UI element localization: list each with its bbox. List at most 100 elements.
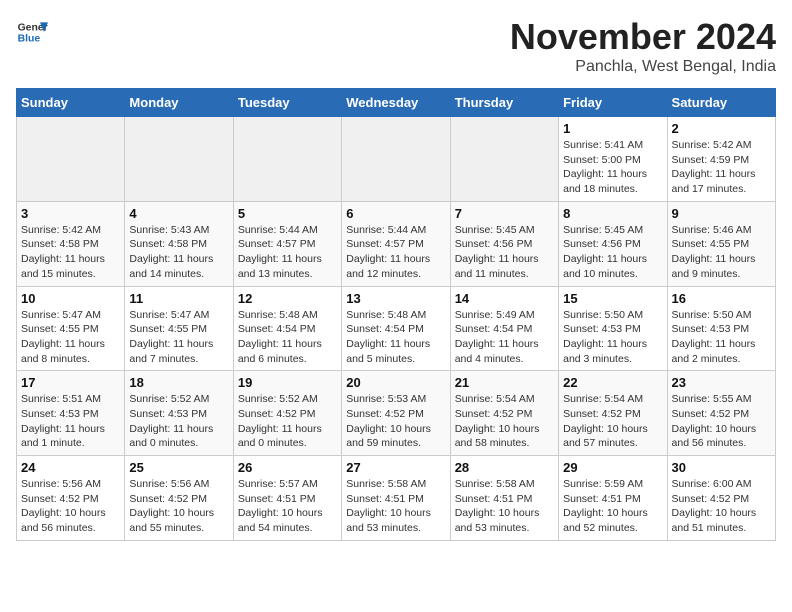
day-number: 29 xyxy=(563,460,662,475)
calendar-cell: 13 Sunrise: 5:48 AM Sunset: 4:54 PM Dayli… xyxy=(342,286,450,371)
week-row-1: 3 Sunrise: 5:42 AM Sunset: 4:58 PM Daylig… xyxy=(17,201,776,286)
calendar-cell: 8Sunrise: 5:45 AM Sunset: 4:56 PM Daylig… xyxy=(559,201,667,286)
weekday-header-monday: Monday xyxy=(125,89,233,117)
calendar-cell: 2 Sunrise: 5:42 AM Sunset: 4:59 PM Daylig… xyxy=(667,117,775,202)
day-number: 4 xyxy=(129,206,228,221)
day-number: 2 xyxy=(672,121,771,136)
day-number: 23 xyxy=(672,375,771,390)
day-info: Sunrise: 5:55 AM Sunset: 4:52 PM Dayligh… xyxy=(672,392,771,451)
day-info: Sunrise: 5:42 AM Sunset: 4:59 PM Dayligh… xyxy=(672,138,771,197)
day-number: 20 xyxy=(346,375,445,390)
day-info: Sunrise: 5:48 AM Sunset: 4:54 PM Dayligh… xyxy=(346,308,445,367)
day-info: Sunrise: 5:47 AM Sunset: 4:55 PM Dayligh… xyxy=(21,308,120,367)
weekday-header-row: SundayMondayTuesdayWednesdayThursdayFrid… xyxy=(17,89,776,117)
day-number: 18 xyxy=(129,375,228,390)
day-info: Sunrise: 5:50 AM Sunset: 4:53 PM Dayligh… xyxy=(563,308,662,367)
calendar-subtitle: Panchla, West Bengal, India xyxy=(510,58,776,76)
day-info: Sunrise: 5:44 AM Sunset: 4:57 PM Dayligh… xyxy=(238,223,337,282)
calendar-cell: 1Sunrise: 5:41 AM Sunset: 5:00 PM Daylig… xyxy=(559,117,667,202)
day-number: 17 xyxy=(21,375,120,390)
calendar-cell: 27 Sunrise: 5:58 AM Sunset: 4:51 PM Dayli… xyxy=(342,456,450,541)
day-info: Sunrise: 5:45 AM Sunset: 4:56 PM Dayligh… xyxy=(563,223,662,282)
calendar-cell xyxy=(342,117,450,202)
calendar-cell: 10 Sunrise: 5:47 AM Sunset: 4:55 PM Dayli… xyxy=(17,286,125,371)
calendar-cell: 26 Sunrise: 5:57 AM Sunset: 4:51 PM Dayli… xyxy=(233,456,341,541)
day-number: 22 xyxy=(563,375,662,390)
calendar-cell: 25 Sunrise: 5:56 AM Sunset: 4:52 PM Dayli… xyxy=(125,456,233,541)
calendar-table: SundayMondayTuesdayWednesdayThursdayFrid… xyxy=(16,88,776,541)
day-info: Sunrise: 5:50 AM Sunset: 4:53 PM Dayligh… xyxy=(672,308,771,367)
calendar-cell xyxy=(450,117,558,202)
day-info: Sunrise: 5:51 AM Sunset: 4:53 PM Dayligh… xyxy=(21,392,120,451)
title-section: November 2024 Panchla, West Bengal, Indi… xyxy=(510,16,776,76)
calendar-cell: 11 Sunrise: 5:47 AM Sunset: 4:55 PM Dayli… xyxy=(125,286,233,371)
day-number: 15 xyxy=(563,291,662,306)
day-number: 27 xyxy=(346,460,445,475)
calendar-cell: 18Sunrise: 5:52 AM Sunset: 4:53 PM Dayli… xyxy=(125,371,233,456)
calendar-cell: 23 Sunrise: 5:55 AM Sunset: 4:52 PM Dayli… xyxy=(667,371,775,456)
day-number: 11 xyxy=(129,291,228,306)
day-number: 13 xyxy=(346,291,445,306)
day-number: 12 xyxy=(238,291,337,306)
calendar-cell: 17 Sunrise: 5:51 AM Sunset: 4:53 PM Dayli… xyxy=(17,371,125,456)
calendar-cell: 9 Sunrise: 5:46 AM Sunset: 4:55 PM Daylig… xyxy=(667,201,775,286)
calendar-cell: 19 Sunrise: 5:52 AM Sunset: 4:52 PM Dayli… xyxy=(233,371,341,456)
day-number: 25 xyxy=(129,460,228,475)
day-info: Sunrise: 5:53 AM Sunset: 4:52 PM Dayligh… xyxy=(346,392,445,451)
day-info: Sunrise: 5:59 AM Sunset: 4:51 PM Dayligh… xyxy=(563,477,662,536)
calendar-cell: 20 Sunrise: 5:53 AM Sunset: 4:52 PM Dayli… xyxy=(342,371,450,456)
day-info: Sunrise: 5:54 AM Sunset: 4:52 PM Dayligh… xyxy=(455,392,554,451)
calendar-title: November 2024 xyxy=(510,16,776,58)
day-info: Sunrise: 5:48 AM Sunset: 4:54 PM Dayligh… xyxy=(238,308,337,367)
week-row-3: 17 Sunrise: 5:51 AM Sunset: 4:53 PM Dayli… xyxy=(17,371,776,456)
week-row-4: 24 Sunrise: 5:56 AM Sunset: 4:52 PM Dayli… xyxy=(17,456,776,541)
day-number: 14 xyxy=(455,291,554,306)
calendar-cell: 3 Sunrise: 5:42 AM Sunset: 4:58 PM Daylig… xyxy=(17,201,125,286)
day-info: Sunrise: 5:41 AM Sunset: 5:00 PM Dayligh… xyxy=(563,138,662,197)
day-number: 24 xyxy=(21,460,120,475)
day-info: Sunrise: 5:54 AM Sunset: 4:52 PM Dayligh… xyxy=(563,392,662,451)
day-number: 9 xyxy=(672,206,771,221)
svg-text:Blue: Blue xyxy=(18,34,41,45)
weekday-header-sunday: Sunday xyxy=(17,89,125,117)
day-info: Sunrise: 5:57 AM Sunset: 4:51 PM Dayligh… xyxy=(238,477,337,536)
day-number: 30 xyxy=(672,460,771,475)
day-info: Sunrise: 5:56 AM Sunset: 4:52 PM Dayligh… xyxy=(129,477,228,536)
day-number: 28 xyxy=(455,460,554,475)
calendar-cell xyxy=(125,117,233,202)
weekday-header-tuesday: Tuesday xyxy=(233,89,341,117)
week-row-0: 1Sunrise: 5:41 AM Sunset: 5:00 PM Daylig… xyxy=(17,117,776,202)
day-info: Sunrise: 5:47 AM Sunset: 4:55 PM Dayligh… xyxy=(129,308,228,367)
day-number: 6 xyxy=(346,206,445,221)
day-info: Sunrise: 5:46 AM Sunset: 4:55 PM Dayligh… xyxy=(672,223,771,282)
day-info: Sunrise: 5:49 AM Sunset: 4:54 PM Dayligh… xyxy=(455,308,554,367)
day-number: 21 xyxy=(455,375,554,390)
day-info: Sunrise: 5:42 AM Sunset: 4:58 PM Dayligh… xyxy=(21,223,120,282)
calendar-cell xyxy=(17,117,125,202)
day-number: 10 xyxy=(21,291,120,306)
logo-icon: General Blue xyxy=(16,16,48,48)
calendar-cell: 12 Sunrise: 5:48 AM Sunset: 4:54 PM Dayli… xyxy=(233,286,341,371)
calendar-cell: 30Sunrise: 6:00 AM Sunset: 4:52 PM Dayli… xyxy=(667,456,775,541)
day-info: Sunrise: 5:44 AM Sunset: 4:57 PM Dayligh… xyxy=(346,223,445,282)
day-info: Sunrise: 5:56 AM Sunset: 4:52 PM Dayligh… xyxy=(21,477,120,536)
day-info: Sunrise: 5:58 AM Sunset: 4:51 PM Dayligh… xyxy=(346,477,445,536)
calendar-cell: 5 Sunrise: 5:44 AM Sunset: 4:57 PM Daylig… xyxy=(233,201,341,286)
day-info: Sunrise: 5:45 AM Sunset: 4:56 PM Dayligh… xyxy=(455,223,554,282)
calendar-cell: 15 Sunrise: 5:50 AM Sunset: 4:53 PM Dayli… xyxy=(559,286,667,371)
calendar-cell: 6 Sunrise: 5:44 AM Sunset: 4:57 PM Daylig… xyxy=(342,201,450,286)
header: General Blue November 2024 Panchla, West… xyxy=(16,16,776,76)
day-number: 19 xyxy=(238,375,337,390)
weekday-header-wednesday: Wednesday xyxy=(342,89,450,117)
calendar-cell: 21 Sunrise: 5:54 AM Sunset: 4:52 PM Dayli… xyxy=(450,371,558,456)
day-number: 16 xyxy=(672,291,771,306)
weekday-header-thursday: Thursday xyxy=(450,89,558,117)
calendar-cell: 22 Sunrise: 5:54 AM Sunset: 4:52 PM Dayli… xyxy=(559,371,667,456)
day-number: 5 xyxy=(238,206,337,221)
day-number: 3 xyxy=(21,206,120,221)
day-number: 26 xyxy=(238,460,337,475)
calendar-cell: 14 Sunrise: 5:49 AM Sunset: 4:54 PM Dayli… xyxy=(450,286,558,371)
day-info: Sunrise: 5:52 AM Sunset: 4:52 PM Dayligh… xyxy=(238,392,337,451)
logo: General Blue xyxy=(16,16,48,48)
calendar-cell: 7Sunrise: 5:45 AM Sunset: 4:56 PM Daylig… xyxy=(450,201,558,286)
